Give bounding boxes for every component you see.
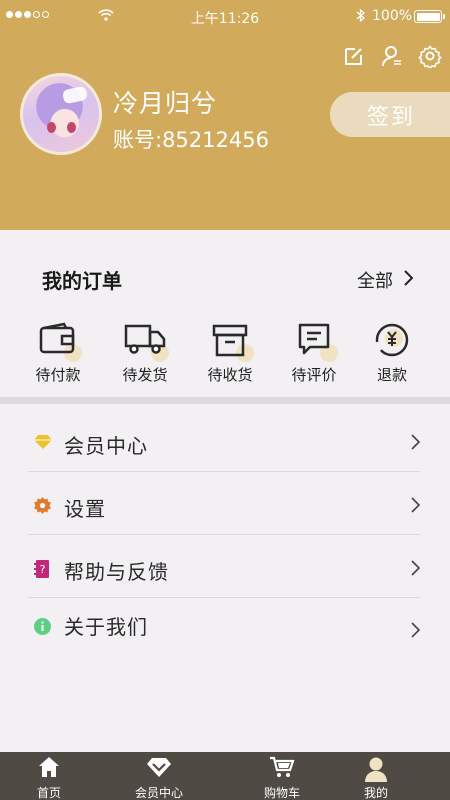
section-divider [0,397,450,404]
checkin-button[interactable]: 签到 [330,92,450,137]
chevron-right-icon [411,497,421,517]
orders-all-link[interactable]: 全部 [357,267,414,293]
order-item-label: 退款 [376,366,407,384]
menu-item-about-us[interactable]: 关于我们 [28,600,421,662]
order-item-label: 待评价 [291,366,337,384]
menu-item-label: 关于我们 [64,615,148,639]
truck-icon [123,322,169,362]
chevron-right-icon [403,269,414,291]
account-number: 账号:85212456 [113,128,269,152]
refund-icon [370,322,414,362]
tab-label: 购物车 [263,786,300,800]
member-icon [147,756,171,782]
tab-member-center[interactable]: 会员中心 [114,752,204,800]
chevron-right-icon [411,622,421,642]
gear-icon [34,497,51,514]
wallet-icon [36,322,82,362]
home-icon [38,756,60,782]
order-item-label: 待收货 [207,366,253,384]
tab-cart[interactable]: 购物车 [237,752,327,800]
order-item-label: 待付款 [35,366,81,384]
order-pending-review[interactable]: 待评价 [279,322,349,385]
menu-item-settings[interactable]: 设置 [28,473,421,535]
tab-label: 会员中心 [134,786,183,800]
menu-item-help-feedback[interactable]: ? 帮助与反馈 [28,536,421,598]
comment-icon [292,322,338,362]
username: 冷月归兮 [113,89,218,118]
order-pending-payment[interactable]: 待付款 [23,322,93,385]
order-item-label: 待发货 [122,366,168,384]
status-bar: 上午11:26 100% [0,0,450,34]
chevron-right-icon [411,560,421,580]
profile-edit-icon[interactable] [380,44,404,68]
battery-percent: 100% [372,8,413,24]
menu-item-label: 设置 [64,497,106,521]
order-pending-receipt[interactable]: 待收货 [195,322,265,385]
svg-text:?: ? [40,563,46,576]
orders-title: 我的订单 [42,269,122,293]
box-icon [208,322,254,362]
menu-item-member-center[interactable]: 会员中心 [28,410,421,472]
header-actions [342,44,442,68]
menu-item-label: 会员中心 [64,434,148,458]
edit-icon[interactable] [342,44,366,68]
info-icon [34,618,51,635]
bluetooth-icon [356,8,365,27]
chevron-right-icon [411,434,421,454]
avatar[interactable] [20,73,102,155]
diamond-icon [34,434,52,450]
profile-header: 冷月归兮 账号:85212456 签到 [0,0,450,230]
tab-label: 首页 [36,786,61,800]
cart-icon [269,756,295,782]
order-refund[interactable]: 退款 [357,322,427,385]
tab-mine[interactable]: 我的 [331,752,421,800]
menu-item-label: 帮助与反馈 [64,560,169,584]
battery-icon [414,10,445,23]
bottom-tab-bar: 首页 会员中心 购物车 我的 [0,752,450,800]
tab-label: 我的 [363,786,388,800]
orders-all-label: 全部 [357,271,393,292]
order-pending-shipment[interactable]: 待发货 [110,322,180,385]
gear-icon[interactable] [418,44,442,68]
user-icon [364,756,388,786]
orders-section: 我的订单 全部 待付款 待发货 待收货 待评价 退款 [0,230,450,397]
tab-home[interactable]: 首页 [4,752,94,800]
help-book-icon: ? [34,560,50,578]
